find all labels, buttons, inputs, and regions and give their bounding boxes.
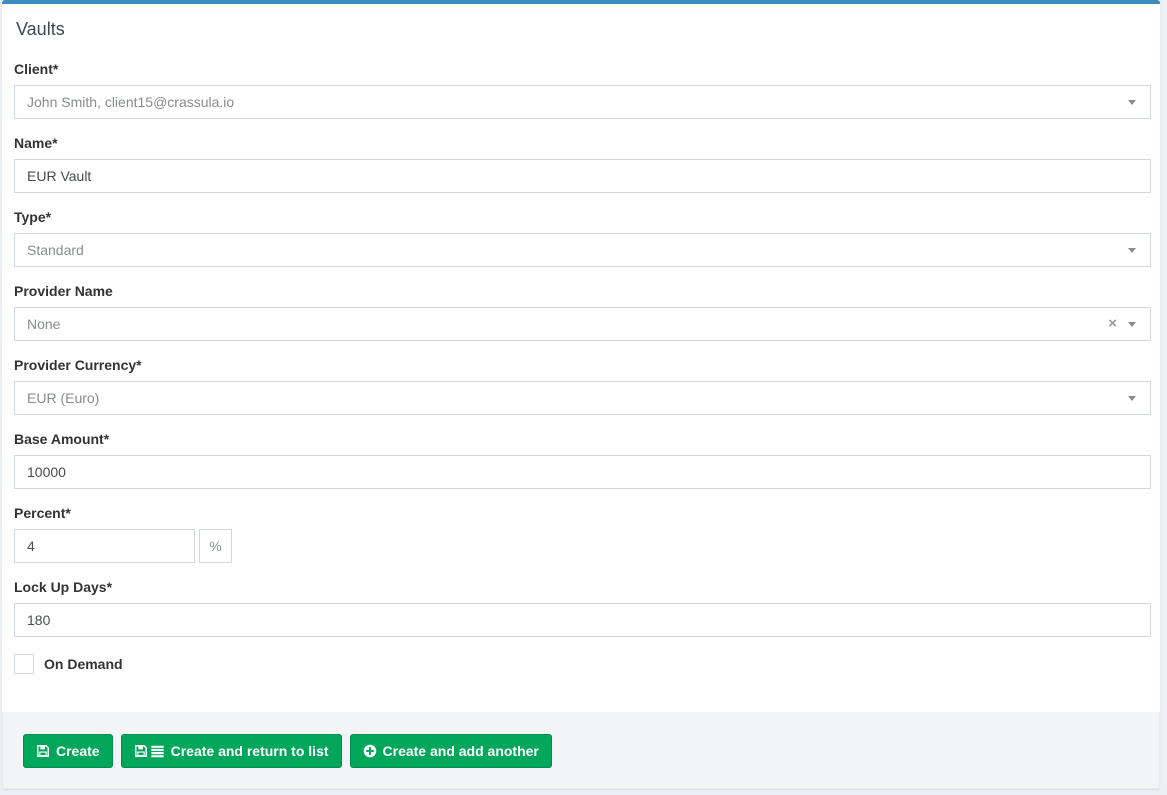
create-and-return-button[interactable]: Create and return to list [121, 734, 342, 768]
provider-name-select-value: None [27, 316, 60, 332]
form-panel: Vaults Client* John Smith, client15@cras… [2, 4, 1160, 712]
field-base-amount: Base Amount* [14, 432, 1151, 489]
on-demand-label[interactable]: On Demand [44, 656, 123, 672]
clear-icon[interactable]: × [1108, 316, 1117, 331]
create-and-add-another-button-label: Create and add another [383, 743, 539, 759]
percent-label: Percent* [14, 506, 1151, 521]
name-label: Name* [14, 136, 1151, 151]
chevron-down-icon [1128, 322, 1136, 327]
provider-currency-label: Provider Currency* [14, 358, 1151, 373]
provider-currency-select[interactable]: EUR (Euro) [14, 381, 1151, 415]
chevron-down-icon [1128, 396, 1136, 401]
provider-name-label: Provider Name [14, 284, 1151, 299]
base-amount-label: Base Amount* [14, 432, 1151, 447]
content-card: Vaults Client* John Smith, client15@cras… [2, 0, 1160, 789]
provider-name-select[interactable]: None × [14, 307, 1151, 341]
page-title: Vaults [16, 20, 1151, 38]
chevron-down-icon [1128, 248, 1136, 253]
field-type: Type* Standard [14, 210, 1151, 267]
create-and-return-button-label: Create and return to list [171, 743, 329, 759]
field-provider-name: Provider Name None × [14, 284, 1151, 341]
field-name: Name* [14, 136, 1151, 193]
list-icon [150, 744, 165, 758]
client-select-value: John Smith, client15@crassula.io [27, 94, 234, 110]
create-button-label: Create [56, 743, 100, 759]
percent-addon: % [199, 529, 232, 563]
client-select[interactable]: John Smith, client15@crassula.io [14, 85, 1151, 119]
field-on-demand: On Demand [14, 654, 1151, 674]
field-client: Client* John Smith, client15@crassula.io [14, 62, 1151, 119]
create-and-add-another-button[interactable]: Create and add another [350, 734, 552, 768]
lock-up-days-label: Lock Up Days* [14, 580, 1151, 595]
chevron-down-icon [1128, 100, 1136, 105]
lock-up-days-input[interactable] [14, 603, 1151, 637]
base-amount-input[interactable] [14, 455, 1151, 489]
field-lock-up-days: Lock Up Days* [14, 580, 1151, 637]
save-icon [134, 744, 148, 758]
field-percent: Percent* % [14, 506, 1151, 563]
create-button[interactable]: Create [23, 734, 113, 768]
on-demand-checkbox[interactable] [14, 654, 34, 674]
type-select-value: Standard [27, 242, 84, 258]
save-icon [36, 744, 50, 758]
type-select[interactable]: Standard [14, 233, 1151, 267]
field-provider-currency: Provider Currency* EUR (Euro) [14, 358, 1151, 415]
plus-circle-icon [363, 744, 377, 758]
type-label: Type* [14, 210, 1151, 225]
client-label: Client* [14, 62, 1151, 77]
percent-input[interactable] [14, 529, 195, 563]
provider-currency-select-value: EUR (Euro) [27, 390, 99, 406]
form-actions-footer: Create [2, 712, 1160, 789]
name-input[interactable] [14, 159, 1151, 193]
